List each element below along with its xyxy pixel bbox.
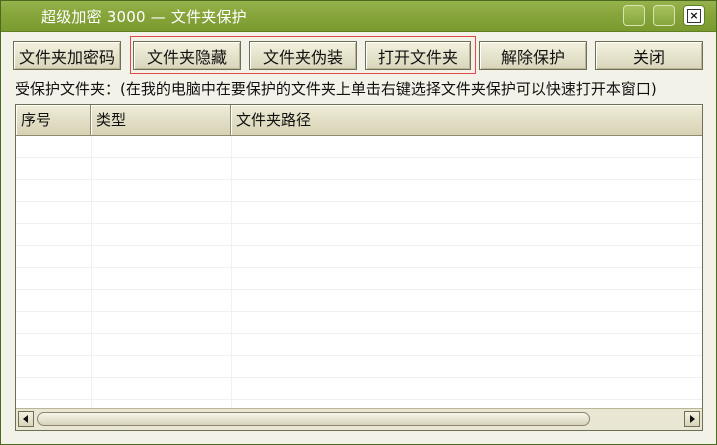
remove-protection-button[interactable]: 解除保护 [479,41,587,70]
column-header-index[interactable]: 序号 [16,105,91,135]
horizontal-scrollbar[interactable] [16,408,702,430]
open-folder-label: 打开文件夹 [377,47,458,67]
close-icon: × [687,8,701,23]
minimize-button[interactable] [623,5,645,26]
window-title: 超级加密 3000 — 文件夹保护 [41,8,247,26]
close-button[interactable]: 关闭 [595,41,703,70]
arrow-left-icon [23,415,28,423]
folder-encrypt-label: 文件夹加密码 [18,47,115,67]
table-body[interactable] [16,136,702,408]
scroll-left-button[interactable] [18,411,34,427]
scroll-right-button[interactable] [684,411,700,427]
folder-hide-label: 文件夹隐藏 [146,47,227,67]
folder-disguise-button[interactable]: 文件夹伪装 [249,41,357,70]
protected-folders-label: 受保护文件夹：(在我的电脑中在要保护的文件夹上单击右键选择文件夹保护可以快速打开… [15,80,657,98]
maximize-button[interactable] [653,5,675,26]
folder-hide-button[interactable]: 文件夹隐藏 [133,41,241,70]
title-bar[interactable]: 超级加密 3000 — 文件夹保护 × [1,1,716,32]
column-header-type[interactable]: 类型 [91,105,231,135]
folder-disguise-label: 文件夹伪装 [262,47,343,67]
arrow-right-icon [690,415,695,423]
table-header: 序号 类型 文件夹路径 [16,105,702,136]
scroll-thumb[interactable] [37,412,590,426]
close-label: 关闭 [632,47,665,67]
close-window-button[interactable]: × [683,5,705,26]
protected-folders-table[interactable]: 序号 类型 文件夹路径 [15,104,703,431]
remove-protection-label: 解除保护 [500,47,565,67]
column-header-path[interactable]: 文件夹路径 [231,105,702,135]
app-window: 超级加密 3000 — 文件夹保护 × 文件夹加密码 文件夹隐藏 文件夹伪装 打… [0,0,717,445]
folder-encrypt-button[interactable]: 文件夹加密码 [13,41,121,70]
open-folder-button[interactable]: 打开文件夹 [365,41,471,70]
